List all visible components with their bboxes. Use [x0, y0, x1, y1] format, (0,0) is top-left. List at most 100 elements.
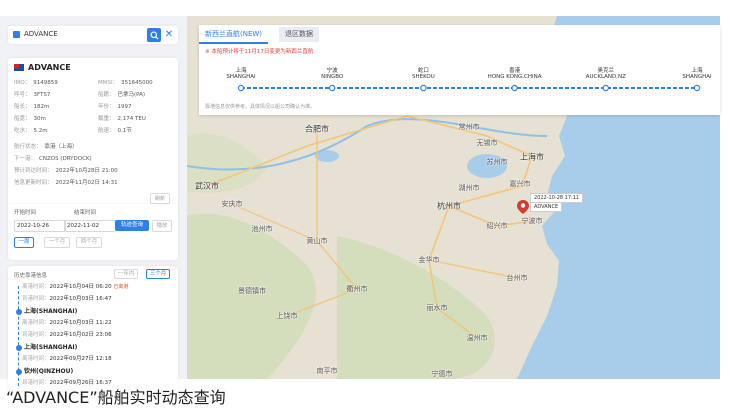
route-port[interactable]: 奥克兰 AUCKLAND,NZ: [586, 68, 626, 80]
track-query-button[interactable]: 轨迹查询: [115, 220, 149, 231]
search-button[interactable]: [147, 28, 161, 42]
anchor-icon: [16, 368, 22, 375]
field-key: 预计到达时间：: [14, 168, 53, 174]
end-date-input[interactable]: 2022-11-02: [64, 220, 116, 232]
field-value: 3FTS7: [33, 92, 51, 98]
left-panel: ADVANCE ✕ ADVANCE IMO： 9149859 MMSI： 351645…: [0, 16, 187, 395]
ship-search-bar: ADVANCE ✕: [8, 26, 178, 44]
port-en: AUCKLAND,NZ: [585, 74, 626, 80]
route-panel: 新西兰直航(NEW) 退区数据 ※ 本船预计将于11月17日变更为新西兰直航 上…: [199, 25, 720, 115]
quick-range-week[interactable]: 一周: [14, 237, 34, 248]
history-port: 钦州(QINZHOU): [16, 366, 73, 375]
time-label: 离港时间：: [22, 284, 50, 290]
play-button[interactable]: 播放: [152, 220, 172, 232]
map-city-label: 上海市: [520, 152, 544, 162]
refresh-button[interactable]: 刷新: [149, 193, 170, 204]
ship-field: 吃水： 5.2m: [14, 126, 48, 134]
ship-status-row: 航行状态： 靠港（上海）: [14, 142, 78, 150]
port-node: [693, 84, 701, 92]
field-value: 靠港（上海）: [44, 144, 78, 150]
field-key: 航速：: [98, 128, 115, 134]
map-city-label: 苏州市: [486, 158, 508, 166]
route-footnote: 靠港信息仅供参考，具体情况以船公司确认为准。: [205, 104, 316, 110]
route-notice: ※ 本船预计将于11月17日变更为新西兰直航: [205, 49, 314, 55]
history-time-row: 离港时间：2022年10月04日 06:20 已离港: [22, 282, 128, 290]
route-line: [237, 84, 701, 92]
quick-range-two-months[interactable]: 两个月: [76, 237, 102, 248]
close-button[interactable]: ✕: [163, 29, 175, 41]
map-city-label: 常州市: [458, 123, 480, 131]
time-value: 2022年10月04日 06:20: [49, 284, 112, 290]
port-en: HONG KONG,CHINA: [487, 74, 542, 80]
history-tab-3months[interactable]: 三个月: [146, 269, 170, 279]
map-city-label: 绍兴市: [486, 222, 508, 230]
field-key: 年份：: [98, 104, 115, 110]
map-city-label: 衢州市: [346, 285, 368, 293]
quick-range-month[interactable]: 一个月: [44, 237, 70, 248]
field-key: MMSI：: [98, 80, 119, 86]
map-city-label: 金华市: [418, 256, 440, 264]
map-city-label: 南平市: [316, 367, 338, 375]
search-input[interactable]: ADVANCE: [24, 30, 58, 38]
anchor-icon: [16, 308, 22, 315]
ship-field: 船籍： 巴拿马(PA): [98, 90, 145, 98]
port-name: 上海(SHANGHAI): [24, 308, 78, 315]
field-value: 5.2m: [33, 128, 48, 134]
history-tab-year[interactable]: 一年内: [114, 269, 138, 279]
port-node: [328, 84, 336, 92]
field-key: 下一港：: [14, 156, 37, 162]
field-key: 航行状态：: [14, 144, 42, 150]
page-caption: “ADVANCE”船舶实时动态查询: [6, 388, 226, 407]
history-port: 上海(SHANGHAI): [16, 342, 77, 351]
ship-type-icon: [13, 31, 20, 38]
route-port[interactable]: 香港 HONG KONG,CHINA: [488, 68, 542, 80]
history-port: 上海(SHANGHAI): [16, 306, 77, 315]
field-value: 182m: [33, 104, 50, 110]
ship-field: 船宽： 30m: [14, 114, 46, 122]
history-time-row: 离港时间：2022年10月03日 11:22: [22, 318, 112, 326]
map-city-label: 景德镇市: [238, 287, 266, 295]
map-city-label: 池州市: [251, 225, 273, 233]
route-port[interactable]: 上海 SHANGHAI: [682, 68, 711, 80]
ship-field: IMO： 9149859: [14, 78, 58, 86]
ship-status-row: 信息更新时间： 2022年11月02日 14:31: [14, 178, 118, 186]
end-time-label: 结束时间: [74, 210, 97, 216]
field-key: 载重：: [98, 116, 115, 122]
map-city-label: 无锡市: [476, 139, 498, 147]
field-key: 吃水：: [14, 128, 31, 134]
map-city-label: 黄山市: [306, 237, 328, 245]
start-date-input[interactable]: 2022-10-26: [14, 220, 66, 232]
time-label: 离港时间：: [22, 320, 50, 326]
close-icon: ✕: [164, 29, 174, 40]
ship-field: MMSI： 351645000: [98, 78, 153, 86]
ship-name: ADVANCE: [28, 63, 71, 72]
port-name: 上海(SHANGHAI): [24, 344, 78, 351]
port-name: 钦州(QINZHOU): [24, 368, 74, 375]
ship-info-card: ADVANCE IMO： 9149859 MMSI： 351645000 呼号： 3FTS…: [8, 58, 178, 210]
route-port[interactable]: 蛇口 SHEKOU: [412, 68, 435, 80]
history-time-row: 到港时间：2022年10月02日 23:06: [22, 330, 112, 338]
tab-history-data[interactable]: 退区数据: [279, 27, 319, 42]
field-key: 船长：: [14, 104, 31, 110]
route-port[interactable]: 上海 SHANGHAI: [226, 68, 255, 80]
map-city-label: 武汉市: [195, 181, 219, 191]
map-city-label: 嘉兴市: [509, 180, 531, 188]
ship-name-tooltip: ADVANCE: [530, 202, 563, 212]
map-city-label: 宁德市: [431, 370, 453, 378]
time-value: 2022年09月27日 12:18: [49, 356, 112, 362]
port-history-card: 历史靠港信息 一年内 三个月 离港时间：2022年10月04日 06:20 已离…: [8, 266, 178, 395]
field-value: 0.1节: [117, 128, 132, 134]
ship-field: 船长： 182m: [14, 102, 49, 110]
field-value: CNZOS (DRYDOCK): [39, 156, 92, 162]
ship-marker[interactable]: [517, 200, 529, 216]
map-city-label: 台州市: [506, 274, 528, 282]
history-time-row: 到港时间：2022年10月03日 16:47: [22, 294, 112, 302]
map-city-label: 安庆市: [221, 200, 243, 208]
port-en: NINGBO: [321, 74, 344, 80]
tab-route[interactable]: 新西兰直航(NEW): [199, 27, 269, 44]
location-pin-icon: [517, 200, 529, 214]
field-value: 9149859: [33, 80, 58, 86]
field-key: 船籍：: [98, 92, 115, 98]
route-port[interactable]: 宁波 NINGBO: [321, 68, 343, 80]
field-value: 1997: [117, 104, 132, 110]
